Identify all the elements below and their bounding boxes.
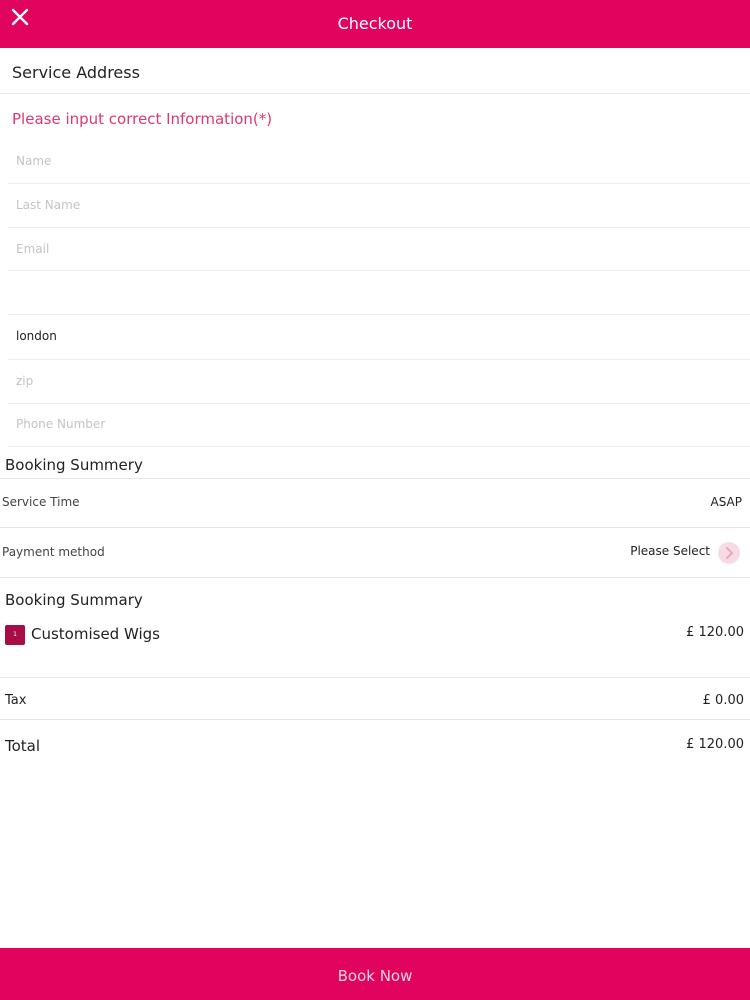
divider xyxy=(0,719,750,720)
form-hint: Please input correct Information(*) xyxy=(12,110,273,128)
book-now-label: Book Now xyxy=(337,967,413,985)
name-field[interactable] xyxy=(8,140,742,182)
chevron-right-icon xyxy=(718,542,740,564)
item-price: £ 120.00 xyxy=(686,625,744,640)
item-quantity-badge: 1 xyxy=(5,625,25,645)
address-field[interactable] xyxy=(8,271,742,313)
page-title: Checkout xyxy=(337,14,413,33)
booking-summary-title: Booking Summary xyxy=(5,591,143,609)
item-name: Customised Wigs xyxy=(31,625,160,643)
divider xyxy=(0,677,750,678)
zip-field[interactable] xyxy=(8,360,742,402)
service-time-value: ASAP xyxy=(710,495,743,509)
last-name-field[interactable] xyxy=(8,184,742,226)
total-label: Total xyxy=(5,737,41,755)
service-address-title: Service Address xyxy=(12,63,140,82)
field-divider xyxy=(8,446,750,447)
service-time-label: Service Time xyxy=(2,495,80,509)
booking-summery-title: Booking Summery xyxy=(5,456,143,474)
payment-method-row[interactable]: Payment method Please Select xyxy=(0,530,750,576)
email-field[interactable] xyxy=(8,228,742,270)
book-now-button[interactable]: Book Now xyxy=(0,948,750,1000)
header-bar: Checkout xyxy=(0,0,750,48)
city-field[interactable] xyxy=(8,315,742,357)
divider xyxy=(0,577,750,578)
payment-method-value: Please Select xyxy=(630,544,710,558)
payment-method-label: Payment method xyxy=(2,545,105,559)
tax-value: £ 0.00 xyxy=(702,693,744,708)
tax-label: Tax xyxy=(5,693,27,708)
phone-field[interactable] xyxy=(8,403,742,445)
total-value: £ 120.00 xyxy=(686,737,744,752)
divider xyxy=(0,527,750,528)
divider xyxy=(0,478,750,479)
divider xyxy=(0,93,750,94)
